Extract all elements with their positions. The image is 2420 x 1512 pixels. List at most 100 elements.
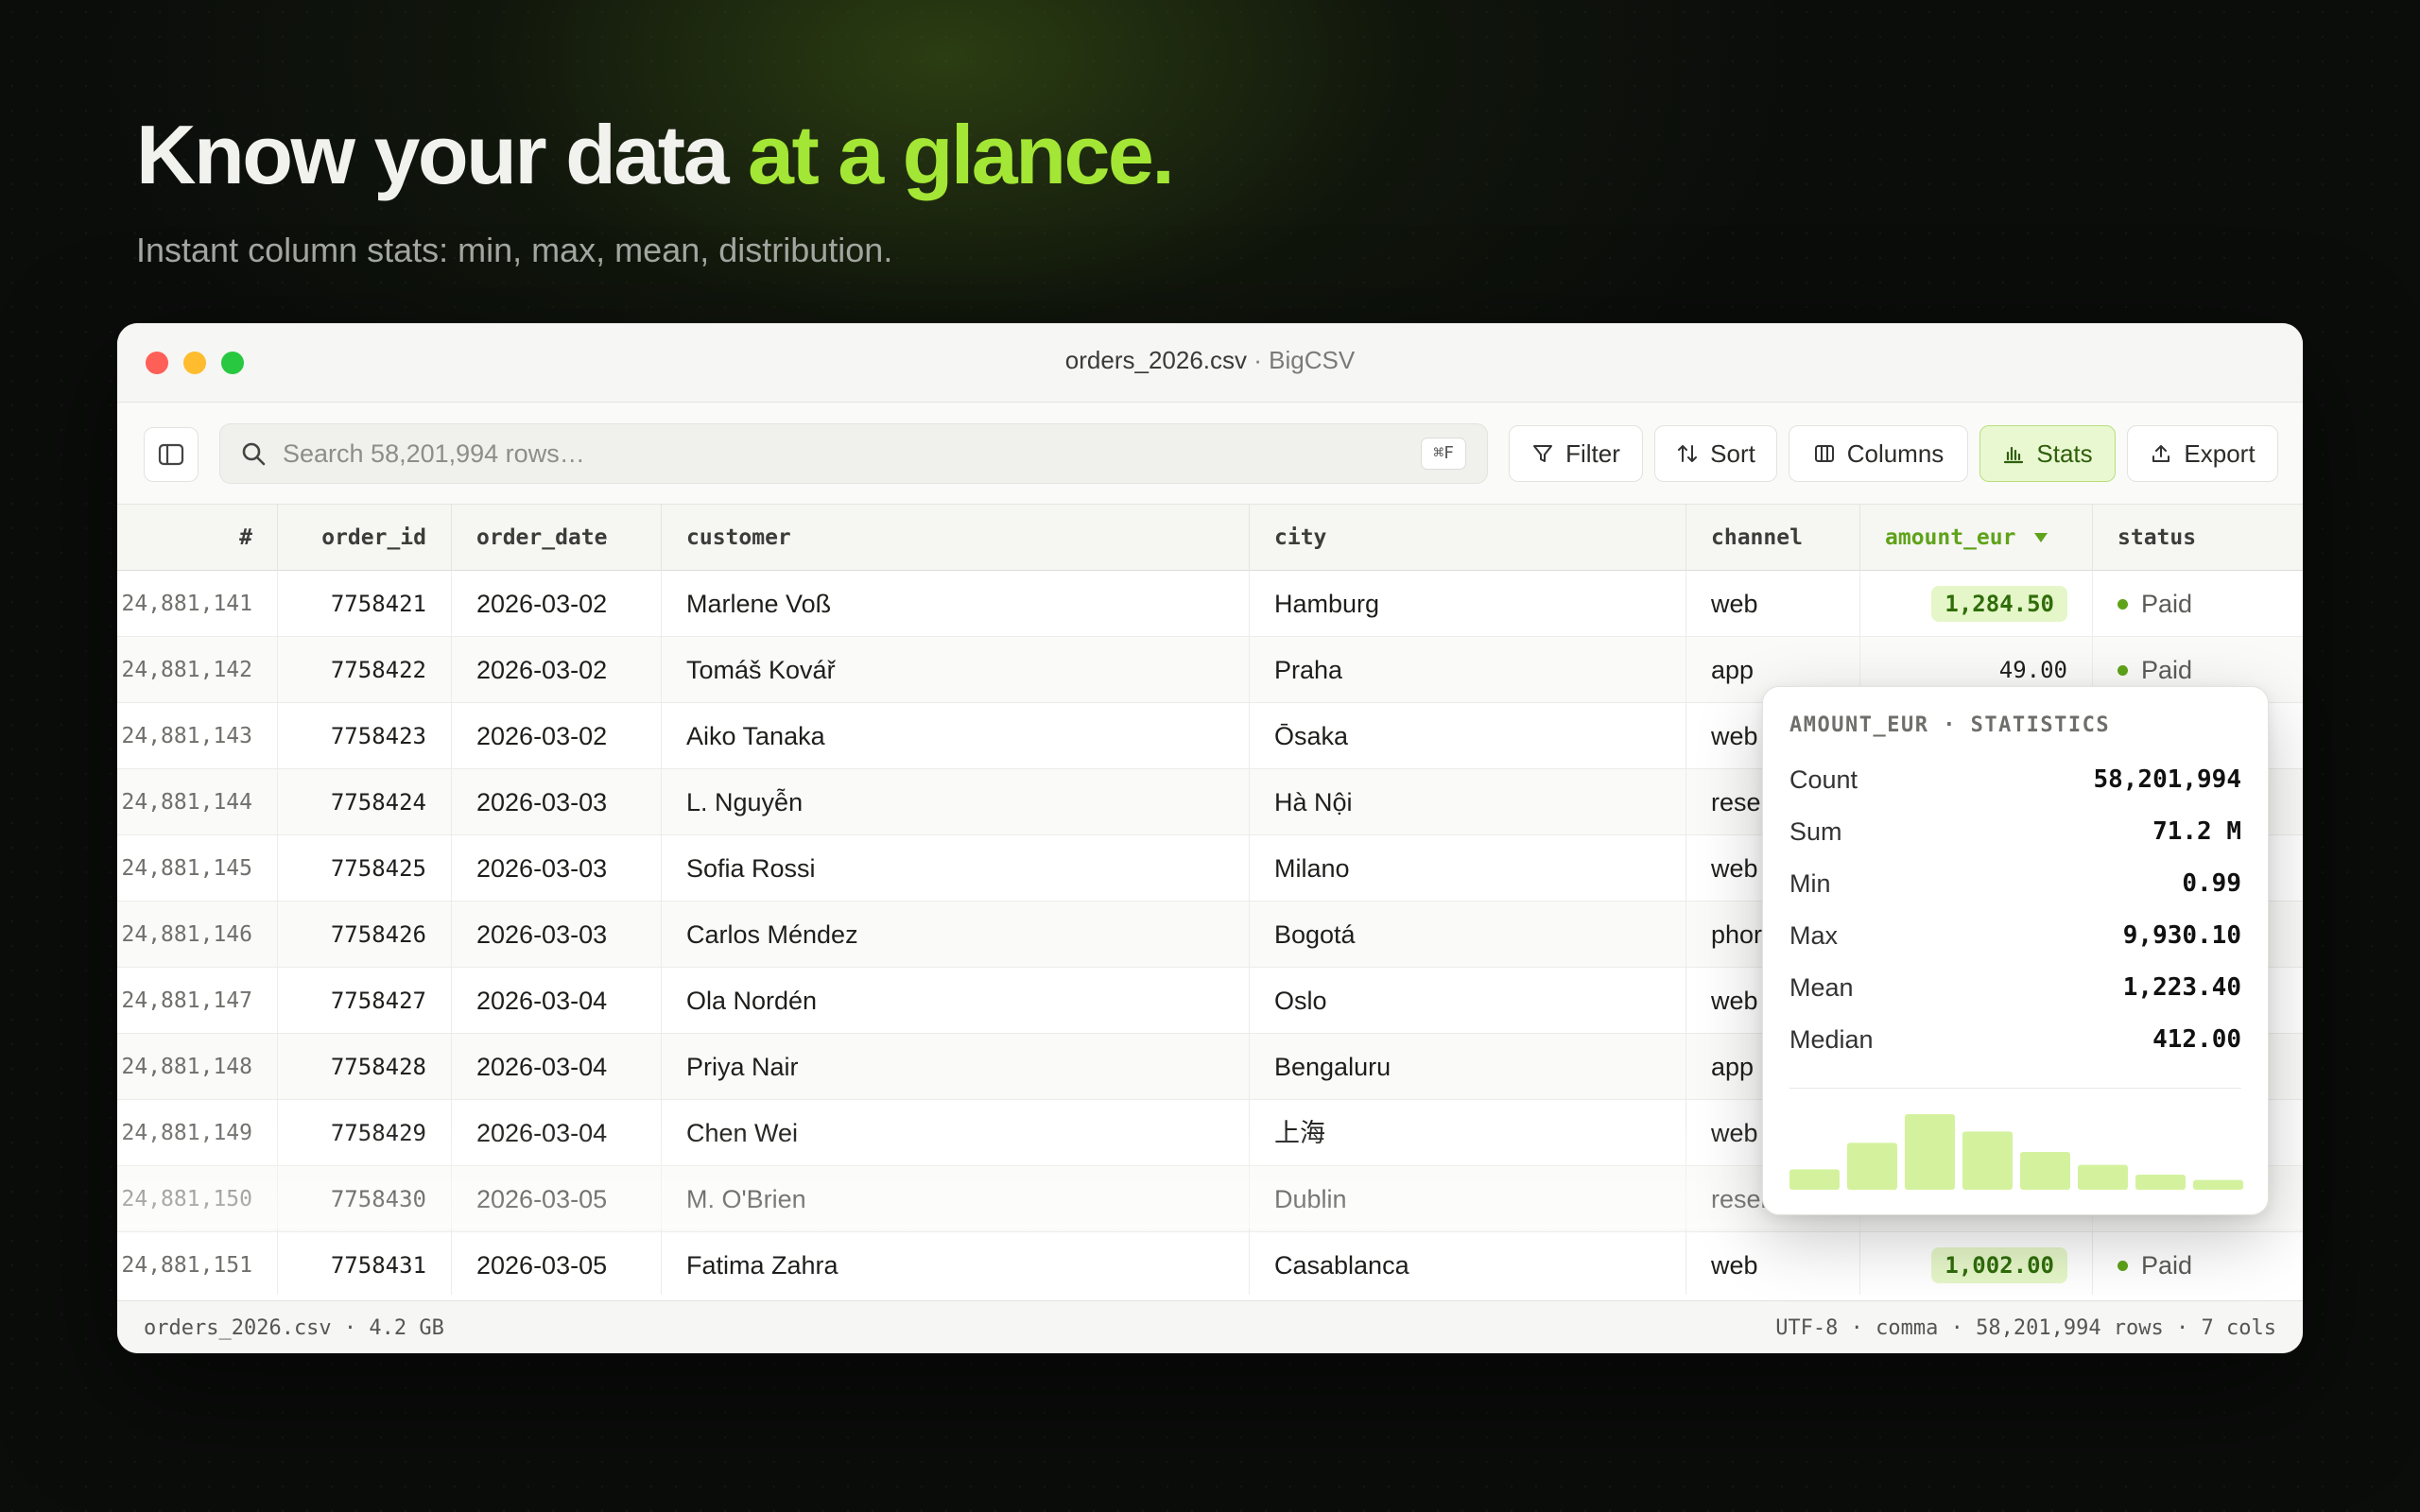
order-id-cell[interactable]: 7758430 (278, 1166, 452, 1232)
order-date-cell[interactable]: 2026-03-03 (452, 769, 662, 835)
customer-cell[interactable]: Sofia Rossi (662, 835, 1250, 902)
order-id-cell[interactable]: 7758425 (278, 835, 452, 902)
row-number[interactable]: 24,881,150 (117, 1166, 278, 1232)
histogram-bar[interactable] (1905, 1114, 1955, 1190)
row-number[interactable]: 24,881,148 (117, 1034, 278, 1100)
stat-label: Median (1789, 1025, 1874, 1054)
city-cell[interactable]: Casablanca (1250, 1232, 1686, 1295)
amount-cell[interactable]: 1,002.00 (1860, 1232, 2093, 1295)
city-cell[interactable]: Hamburg (1250, 571, 1686, 637)
table-row[interactable]: 24,881,141 7758421 2026-03-02 Marlene Voß Ha… (117, 571, 2303, 637)
city-cell[interactable]: Milano (1250, 835, 1686, 902)
row-number[interactable]: 24,881,141 (117, 571, 278, 637)
stat-value: 71.2 M (2152, 817, 2241, 846)
histogram-bar[interactable] (1847, 1143, 1897, 1190)
customer-cell[interactable]: Ola Nordén (662, 968, 1250, 1034)
order-date-cell[interactable]: 2026-03-03 (452, 902, 662, 968)
city-cell[interactable]: Praha (1250, 637, 1686, 703)
table-row[interactable]: 24,881,151 7758431 2026-03-05 Fatima Zahra C… (117, 1232, 2303, 1295)
customer-cell[interactable]: Tomáš Kovář (662, 637, 1250, 703)
customer-cell[interactable]: Marlene Voß (662, 571, 1250, 637)
order-date-cell[interactable]: 2026-03-05 (452, 1232, 662, 1295)
amount-cell[interactable]: 1,284.50 (1860, 571, 2093, 637)
order-date-cell[interactable]: 2026-03-04 (452, 968, 662, 1034)
order-id-cell[interactable]: 7758428 (278, 1034, 452, 1100)
histogram-bar[interactable] (2020, 1152, 2070, 1190)
row-number[interactable]: 24,881,146 (117, 902, 278, 968)
customer-cell[interactable]: M. O'Brien (662, 1166, 1250, 1232)
hero-title: Know your data at a glance. (136, 106, 1175, 204)
column-header-city[interactable]: city (1250, 505, 1686, 571)
histogram-bar[interactable] (1962, 1131, 2013, 1190)
search-box[interactable]: ⌘F (219, 423, 1488, 484)
filter-button-label: Filter (1565, 438, 1620, 468)
city-cell[interactable]: Hà Nội (1250, 769, 1686, 835)
order-date-cell[interactable]: 2026-03-03 (452, 835, 662, 902)
stat-row-mean: Mean 1,223.40 (1789, 962, 2241, 1013)
order-id-cell[interactable]: 7758422 (278, 637, 452, 703)
order-date-cell[interactable]: 2026-03-04 (452, 1034, 662, 1100)
histogram-bar[interactable] (1789, 1169, 1840, 1190)
window-title: orders_2026.csv · BigCSV (117, 346, 2303, 375)
column-header-status[interactable]: status (2093, 505, 2303, 571)
city-cell[interactable]: Ōsaka (1250, 703, 1686, 769)
column-header-order-date[interactable]: order_date (452, 505, 662, 571)
status-label: Paid (2141, 590, 2193, 618)
channel-cell[interactable]: web (1686, 1232, 1860, 1295)
order-id-cell[interactable]: 7758423 (278, 703, 452, 769)
order-date-cell[interactable]: 2026-03-02 (452, 571, 662, 637)
order-date-cell[interactable]: 2026-03-05 (452, 1166, 662, 1232)
customer-cell[interactable]: L. Nguyễn (662, 769, 1250, 835)
export-button[interactable]: Export (2127, 425, 2278, 482)
stats-button-label: Stats (2036, 438, 2093, 468)
histogram-bar[interactable] (2193, 1179, 2243, 1190)
title-bar: orders_2026.csv · BigCSV (117, 323, 2303, 403)
channel-cell[interactable]: web (1686, 571, 1860, 637)
order-date-cell[interactable]: 2026-03-02 (452, 637, 662, 703)
order-id-cell[interactable]: 7758427 (278, 968, 452, 1034)
order-id-cell[interactable]: 7758424 (278, 769, 452, 835)
toggle-sidebar-button[interactable] (144, 427, 199, 482)
column-header-amount-eur[interactable]: amount_eur (1860, 505, 2093, 571)
status-cell[interactable]: Paid (2093, 1232, 2303, 1295)
histogram-bar[interactable] (2135, 1175, 2186, 1190)
city-cell[interactable]: Dublin (1250, 1166, 1686, 1232)
status-cell[interactable]: Paid (2093, 571, 2303, 637)
histogram-bar[interactable] (2078, 1164, 2128, 1190)
row-number[interactable]: 24,881,143 (117, 703, 278, 769)
order-date-cell[interactable]: 2026-03-04 (452, 1100, 662, 1166)
city-cell[interactable]: Oslo (1250, 968, 1686, 1034)
column-header-rownum[interactable]: # (117, 505, 278, 571)
columns-button[interactable]: Columns (1789, 425, 1968, 482)
customer-cell[interactable]: Fatima Zahra (662, 1232, 1250, 1295)
row-number[interactable]: 24,881,142 (117, 637, 278, 703)
column-header-channel[interactable]: channel (1686, 505, 1860, 571)
filter-button[interactable]: Filter (1509, 425, 1643, 482)
order-id-cell[interactable]: 7758426 (278, 902, 452, 968)
row-number[interactable]: 24,881,144 (117, 769, 278, 835)
sort-desc-icon[interactable] (2034, 533, 2048, 542)
bar-chart-icon (2004, 446, 2024, 464)
row-number[interactable]: 24,881,149 (117, 1100, 278, 1166)
order-id-cell[interactable]: 7758421 (278, 571, 452, 637)
order-date-cell[interactable]: 2026-03-02 (452, 703, 662, 769)
stats-button[interactable]: Stats (1979, 425, 2116, 482)
order-id-cell[interactable]: 7758429 (278, 1100, 452, 1166)
customer-cell[interactable]: Carlos Méndez (662, 902, 1250, 968)
highlighted-amount: 1,284.50 (1931, 586, 2067, 622)
stat-value: 1,223.40 (2122, 973, 2241, 1002)
customer-cell[interactable]: Chen Wei (662, 1100, 1250, 1166)
row-number[interactable]: 24,881,145 (117, 835, 278, 902)
sort-button[interactable]: Sort (1654, 425, 1777, 482)
order-id-cell[interactable]: 7758431 (278, 1232, 452, 1295)
column-header-customer[interactable]: customer (662, 505, 1250, 571)
city-cell[interactable]: Bogotá (1250, 902, 1686, 968)
city-cell[interactable]: Bengaluru (1250, 1034, 1686, 1100)
city-cell[interactable]: 上海 (1250, 1100, 1686, 1166)
row-number[interactable]: 24,881,151 (117, 1232, 278, 1295)
customer-cell[interactable]: Aiko Tanaka (662, 703, 1250, 769)
customer-cell[interactable]: Priya Nair (662, 1034, 1250, 1100)
row-number[interactable]: 24,881,147 (117, 968, 278, 1034)
column-header-order-id[interactable]: order_id (278, 505, 452, 571)
search-input[interactable] (283, 438, 1370, 469)
